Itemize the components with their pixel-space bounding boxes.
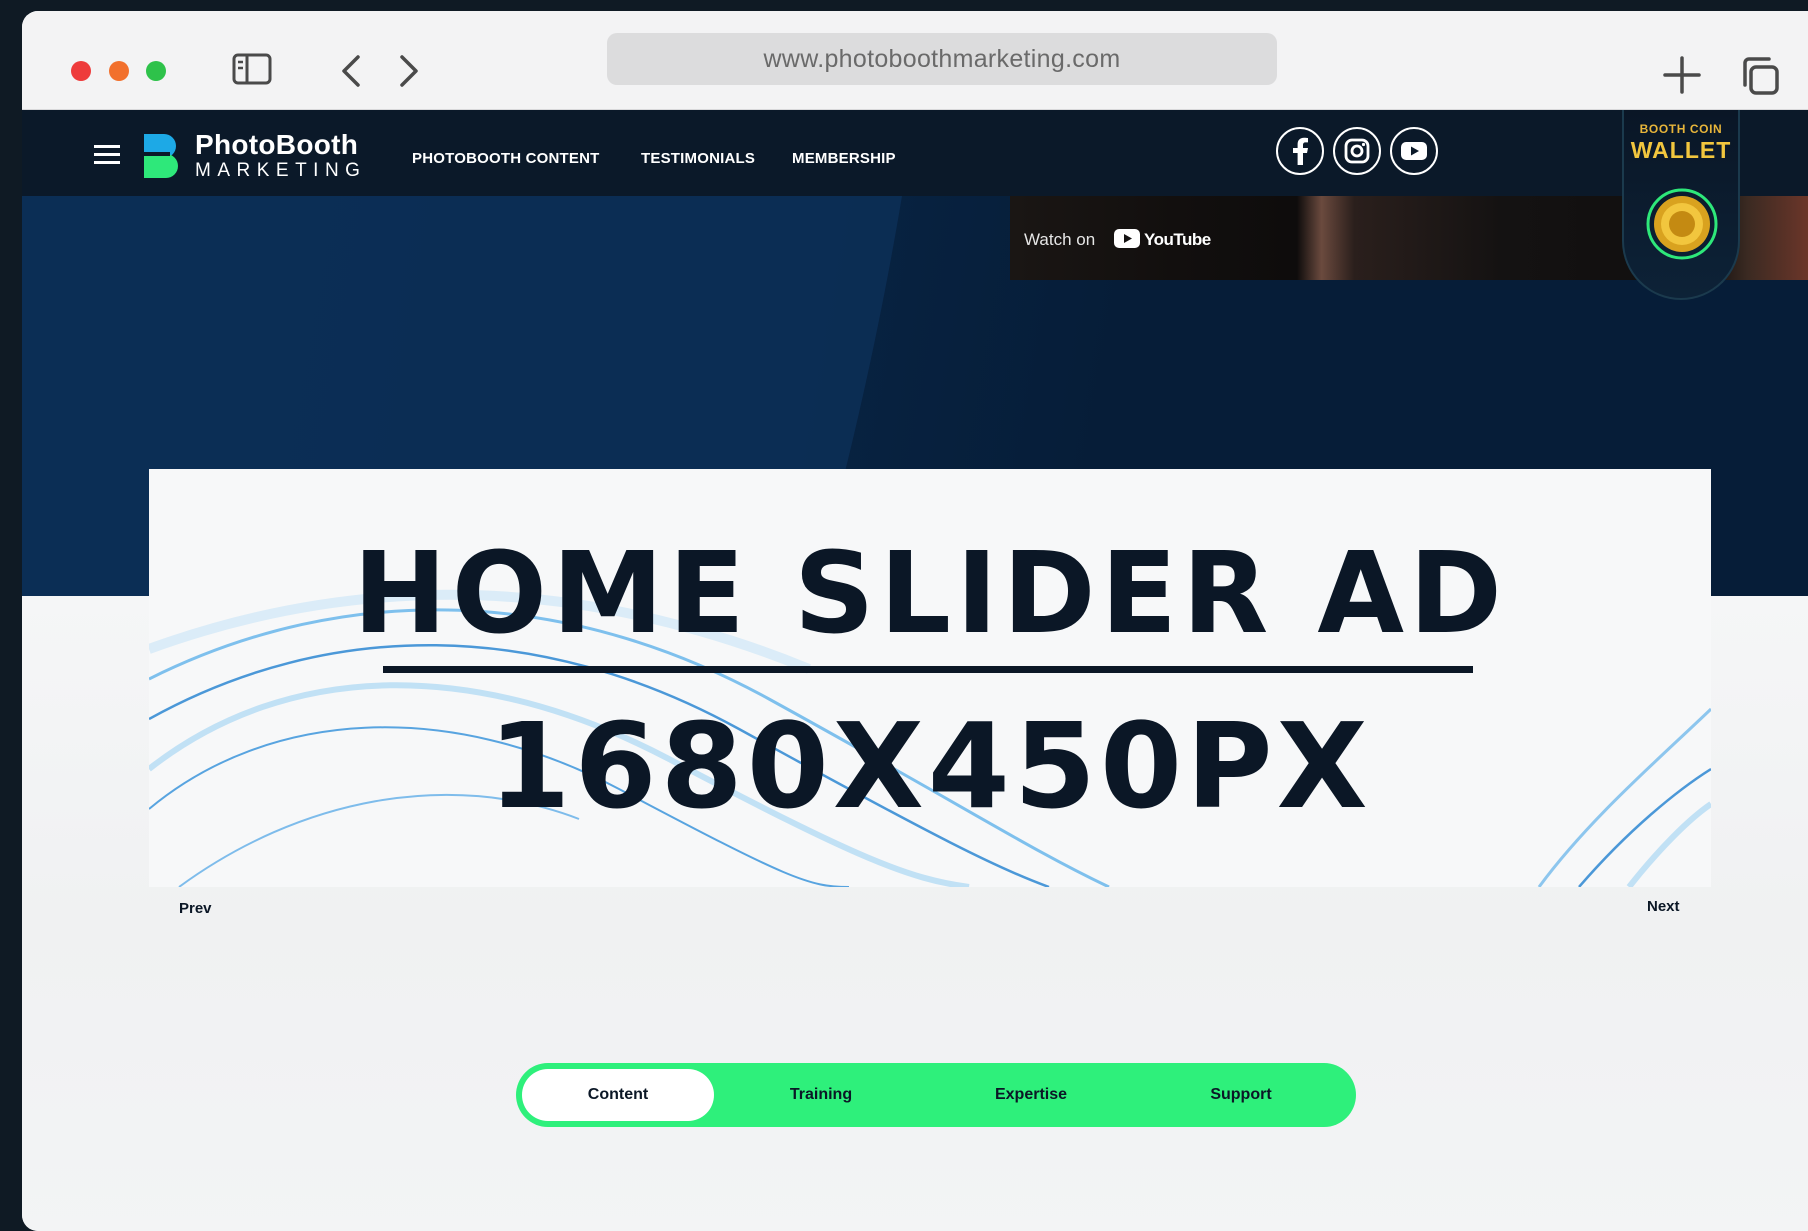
browser-toolbar: www.photoboothmarketing.com [22, 11, 1808, 110]
wallet-title: WALLET [1630, 137, 1732, 163]
zoom-window-button[interactable] [146, 61, 166, 81]
tab-content[interactable]: Content [522, 1069, 714, 1121]
forward-arrow-icon[interactable] [394, 53, 424, 89]
url-text: www.photoboothmarketing.com [763, 44, 1121, 73]
slider-prev-button[interactable]: Prev [179, 900, 212, 917]
tab-training[interactable]: Training [736, 1069, 906, 1121]
tab-overview-icon[interactable] [1739, 55, 1781, 97]
address-bar[interactable]: www.photoboothmarketing.com [607, 33, 1277, 85]
headline-divider [383, 666, 1473, 673]
section-tabs: Content Training Expertise Support [516, 1063, 1356, 1127]
slider-next-button[interactable]: Next [1647, 898, 1680, 915]
logo-mark-icon[interactable] [142, 132, 180, 178]
new-tab-plus-icon[interactable] [1662, 55, 1702, 95]
close-window-button[interactable] [71, 61, 91, 81]
hamburger-menu-icon[interactable] [94, 144, 120, 166]
logo-tagline: MARKETING [195, 160, 367, 181]
minimize-window-button[interactable] [109, 61, 129, 81]
youtube-icon [1401, 142, 1427, 160]
tab-support[interactable]: Support [1156, 1069, 1326, 1121]
instagram-icon [1344, 138, 1370, 164]
logo-wordmark[interactable]: PhotoBooth [195, 129, 358, 161]
instagram-link[interactable] [1333, 127, 1381, 175]
youtube-link[interactable] [1390, 127, 1438, 175]
wallet-top-label: BOOTH COIN [1639, 122, 1723, 136]
slider-dimensions: 1680X450PX [488, 697, 1372, 835]
watch-on-label: Watch on [1024, 230, 1096, 249]
browser-window: www.photoboothmarketing.com PhotoBooth M… [22, 11, 1808, 1231]
nav-photobooth-content[interactable]: PHOTOBOOTH CONTENT [412, 150, 600, 167]
slider-headline: HOME SLIDER AD [353, 529, 1507, 659]
youtube-logo-icon[interactable] [1114, 229, 1140, 248]
booth-coin-wallet-badge[interactable]: BOOTH COIN WALLET [1622, 110, 1740, 300]
facebook-icon [1293, 137, 1308, 165]
nav-membership[interactable]: MEMBERSHIP [792, 150, 896, 167]
facebook-link[interactable] [1276, 127, 1324, 175]
site-header: PhotoBooth MARKETING PHOTOBOOTH CONTENT … [22, 110, 1808, 196]
sidebar-toggle-icon[interactable] [232, 53, 272, 85]
youtube-wordmark: YouTube [1144, 230, 1211, 249]
coin-icon [1646, 188, 1718, 260]
nav-testimonials[interactable]: TESTIMONIALS [641, 150, 755, 167]
tab-expertise[interactable]: Expertise [946, 1069, 1116, 1121]
back-arrow-icon[interactable] [336, 53, 366, 89]
home-slider-ad[interactable]: HOME SLIDER AD 1680X450PX [149, 469, 1711, 887]
